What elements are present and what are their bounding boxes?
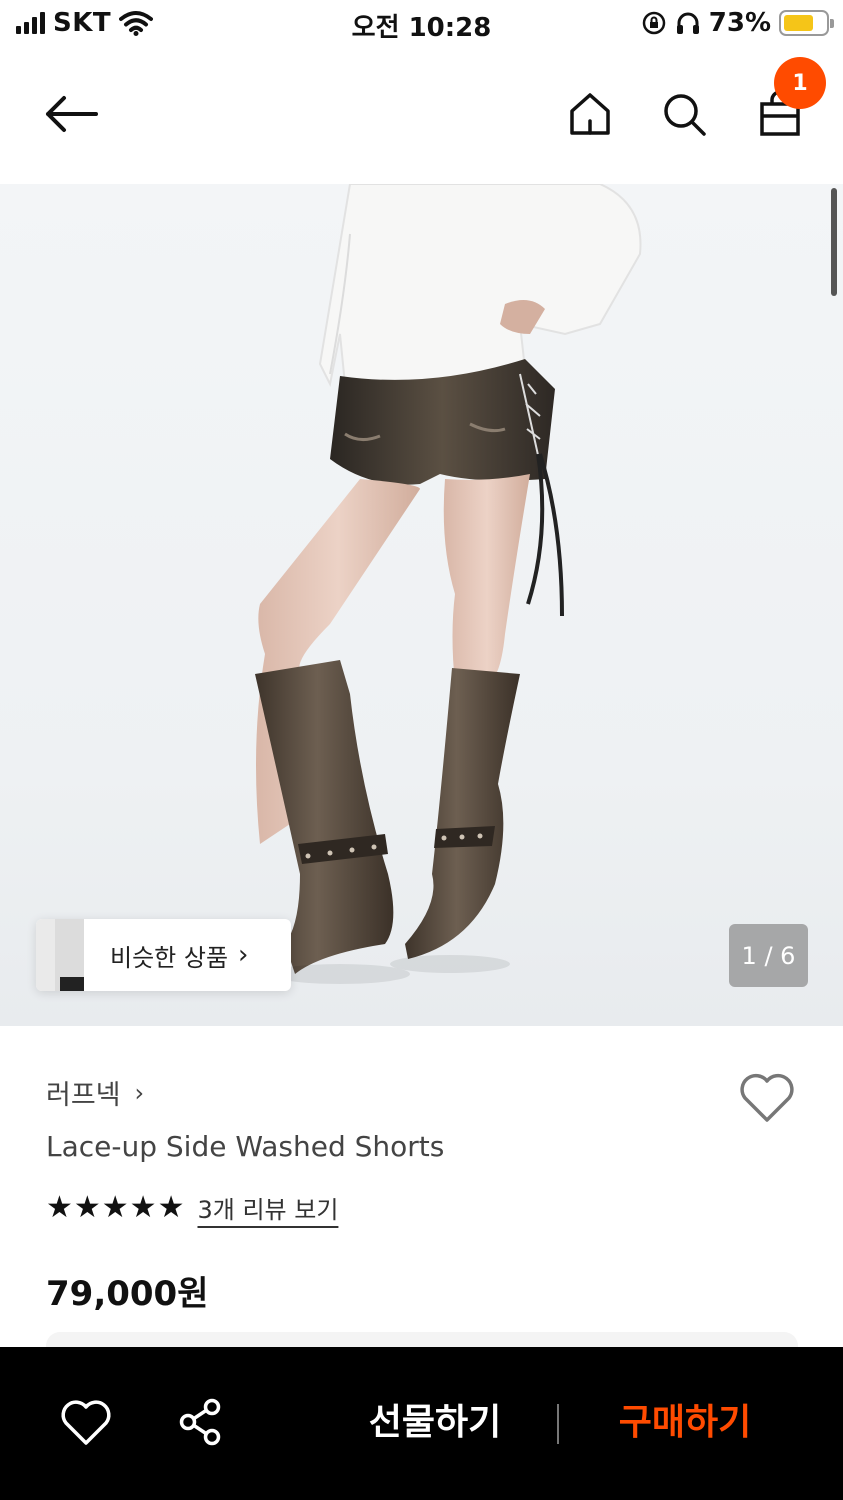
gift-button[interactable]: 선물하기 xyxy=(340,1395,530,1451)
product-image-carousel[interactable]: 비슷한 상품 › 1 / 6 xyxy=(0,184,843,1026)
product-price: 79,000원 xyxy=(46,1274,209,1314)
bottom-action-bar: 선물하기 구매하기 xyxy=(0,1347,843,1500)
bottom-wishlist-button[interactable] xyxy=(60,1399,112,1447)
status-right: 73% xyxy=(641,8,834,38)
arrow-left-icon xyxy=(46,96,98,132)
product-photo xyxy=(255,184,642,984)
battery-percent: 73% xyxy=(708,8,771,38)
home-button[interactable] xyxy=(560,84,620,144)
similar-products-button[interactable]: 비슷한 상품 › xyxy=(36,919,291,991)
battery-icon xyxy=(779,10,834,36)
share-button[interactable] xyxy=(176,1397,226,1447)
search-button[interactable] xyxy=(654,84,714,144)
brand-link[interactable]: 러프넥 › xyxy=(46,1073,144,1112)
scrollbar[interactable] xyxy=(831,188,837,296)
heart-outline-icon xyxy=(740,1073,794,1122)
review-link[interactable]: 3개 리뷰 보기 xyxy=(197,1190,338,1225)
top-nav: 1 xyxy=(0,57,843,162)
wishlist-button[interactable] xyxy=(738,1072,796,1124)
search-icon xyxy=(664,94,706,136)
buy-button[interactable]: 구매하기 xyxy=(590,1395,780,1451)
rating-row: ★★★★★ 3개 리뷰 보기 xyxy=(46,1190,338,1225)
chevron-right-icon: › xyxy=(238,940,249,970)
orientation-lock-icon xyxy=(642,11,666,35)
heart-outline-icon xyxy=(61,1400,111,1445)
similar-product-thumbnail xyxy=(36,919,84,991)
cart-count-badge: 1 xyxy=(774,57,826,109)
back-button[interactable] xyxy=(38,84,106,144)
rating-stars: ★★★★★ xyxy=(46,1190,186,1225)
headphones-icon xyxy=(676,12,699,34)
divider xyxy=(557,1404,559,1444)
home-icon xyxy=(570,93,610,135)
status-bar: SKT 오전 10:28 73% xyxy=(0,0,843,48)
battery-level xyxy=(784,15,814,31)
share-icon xyxy=(179,1398,221,1446)
chevron-right-icon: › xyxy=(134,1078,145,1107)
product-title: Lace-up Side Washed Shorts xyxy=(46,1130,445,1163)
brand-name: 러프넥 xyxy=(46,1080,121,1111)
similar-products-label: 비슷한 상품 xyxy=(110,943,229,972)
image-page-indicator: 1 / 6 xyxy=(729,924,808,987)
